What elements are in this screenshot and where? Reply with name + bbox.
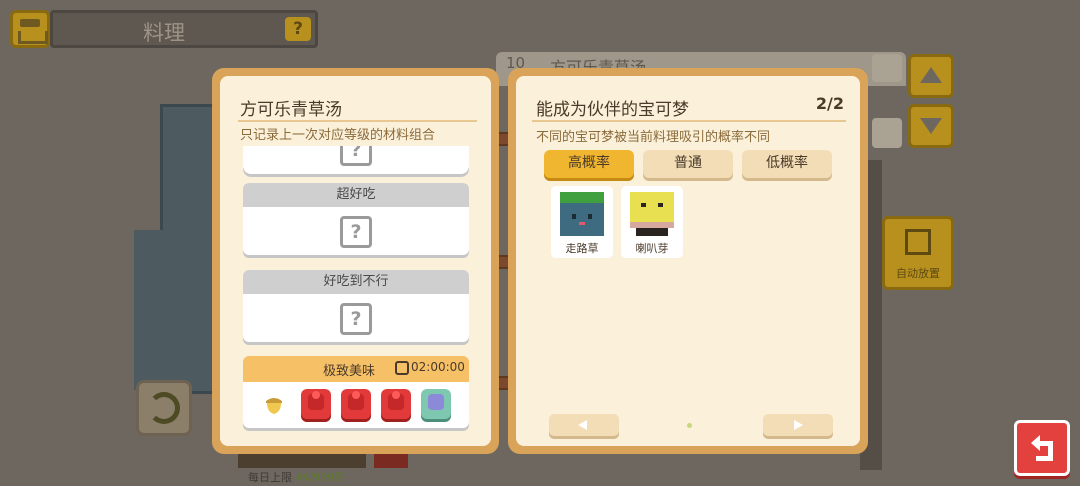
prev-page-button[interactable] [549,414,619,436]
slot-label: 超好吃 [243,183,469,207]
next-page-button[interactable] [763,414,833,436]
refresh-button[interactable] [136,380,192,436]
tab-normal-probability[interactable]: 普通 [643,150,733,178]
unknown-question-icon: ? [340,146,372,166]
best-slot-header: 极致美味 02:00:00 [243,356,469,382]
recipe-title: 方可乐青草汤 [240,100,342,120]
recipe-slot: 好吃到不行 ? [243,270,469,342]
red-ingredient-icon [341,389,371,419]
page-indicator: 2/2 [815,94,844,113]
title-divider [532,120,846,122]
pokemon-card-bellsprout[interactable]: 喇叭芽 [621,186,683,258]
recipe-subtitle: 只记录上一次对应等级的材料组合 [240,128,436,143]
partner-title: 能成为伙伴的宝可梦 [536,100,689,120]
scroll-down-button[interactable] [908,104,954,148]
auto-place-icon [905,229,931,255]
recipe-slot-partial: ? [243,146,469,174]
auto-place-label: 自动放置 [896,267,940,280]
tab-low-probability[interactable]: 低概率 [742,150,832,178]
refresh-icon [148,392,180,424]
screen-title: 料理 [143,21,185,45]
timer-icon [395,361,409,375]
cooking-pot-bg [160,104,216,394]
undo-icon[interactable] [872,118,902,148]
recipe-slot: 超好吃 ? [243,183,469,255]
scroll-up-button[interactable] [908,54,954,98]
pokemon-card-oddish[interactable]: 走路草 [551,186,613,258]
red-ingredient-icon [301,389,331,419]
cook-time: 02:00:00 [411,360,465,374]
auto-place-button[interactable]: 自动放置 [882,216,954,290]
tab-high-probability[interactable]: 高概率 [544,150,634,178]
bellsprout-icon [630,192,674,236]
pokemon-name: 喇叭芽 [635,242,669,255]
partner-subtitle: 不同的宝可梦被当前料理吸引的概率不同 [536,130,771,145]
oddish-icon [560,192,604,236]
title-divider [238,120,477,122]
pokemon-name: 走路草 [565,242,599,255]
help-icon[interactable]: ? [285,17,311,41]
cooking-pot-handle-bg [134,230,164,390]
unknown-question-icon: ? [340,303,372,335]
daily-limit-text: 每日上限 44/999只 [248,471,346,484]
pot-menu-icon[interactable] [10,10,50,48]
page-dot [687,423,692,428]
recipe-book-left: 方可乐青草汤 只记录上一次对应等级的材料组合 ? 超好吃 ? 好吃到不行 ? 极… [212,68,499,454]
unknown-question-icon: ? [340,216,372,248]
red-ingredient-icon [381,389,411,419]
return-arrow-icon [1031,435,1053,461]
left-page: 方可乐青草汤 只记录上一次对应等级的材料组合 ? 超好吃 ? 好吃到不行 ? 极… [220,76,491,446]
slot-label: 极致美味 [323,364,376,379]
right-page: 能成为伙伴的宝可梦 2/2 不同的宝可梦被当前料理吸引的概率不同 高概率 普通 … [516,76,860,446]
slot-label: 好吃到不行 [243,270,469,294]
recipe-book-icon[interactable] [872,54,902,82]
blue-ingredient-icon [421,389,451,419]
title-bar: 料理 ? [50,10,318,48]
recipe-book-right: 能成为伙伴的宝可梦 2/2 不同的宝可梦被当前料理吸引的概率不同 高概率 普通 … [508,68,868,454]
recipe-slot-best[interactable]: 极致美味 02:00:00 [243,356,469,428]
exit-button[interactable] [1014,420,1070,476]
acorn-icon [266,398,282,414]
